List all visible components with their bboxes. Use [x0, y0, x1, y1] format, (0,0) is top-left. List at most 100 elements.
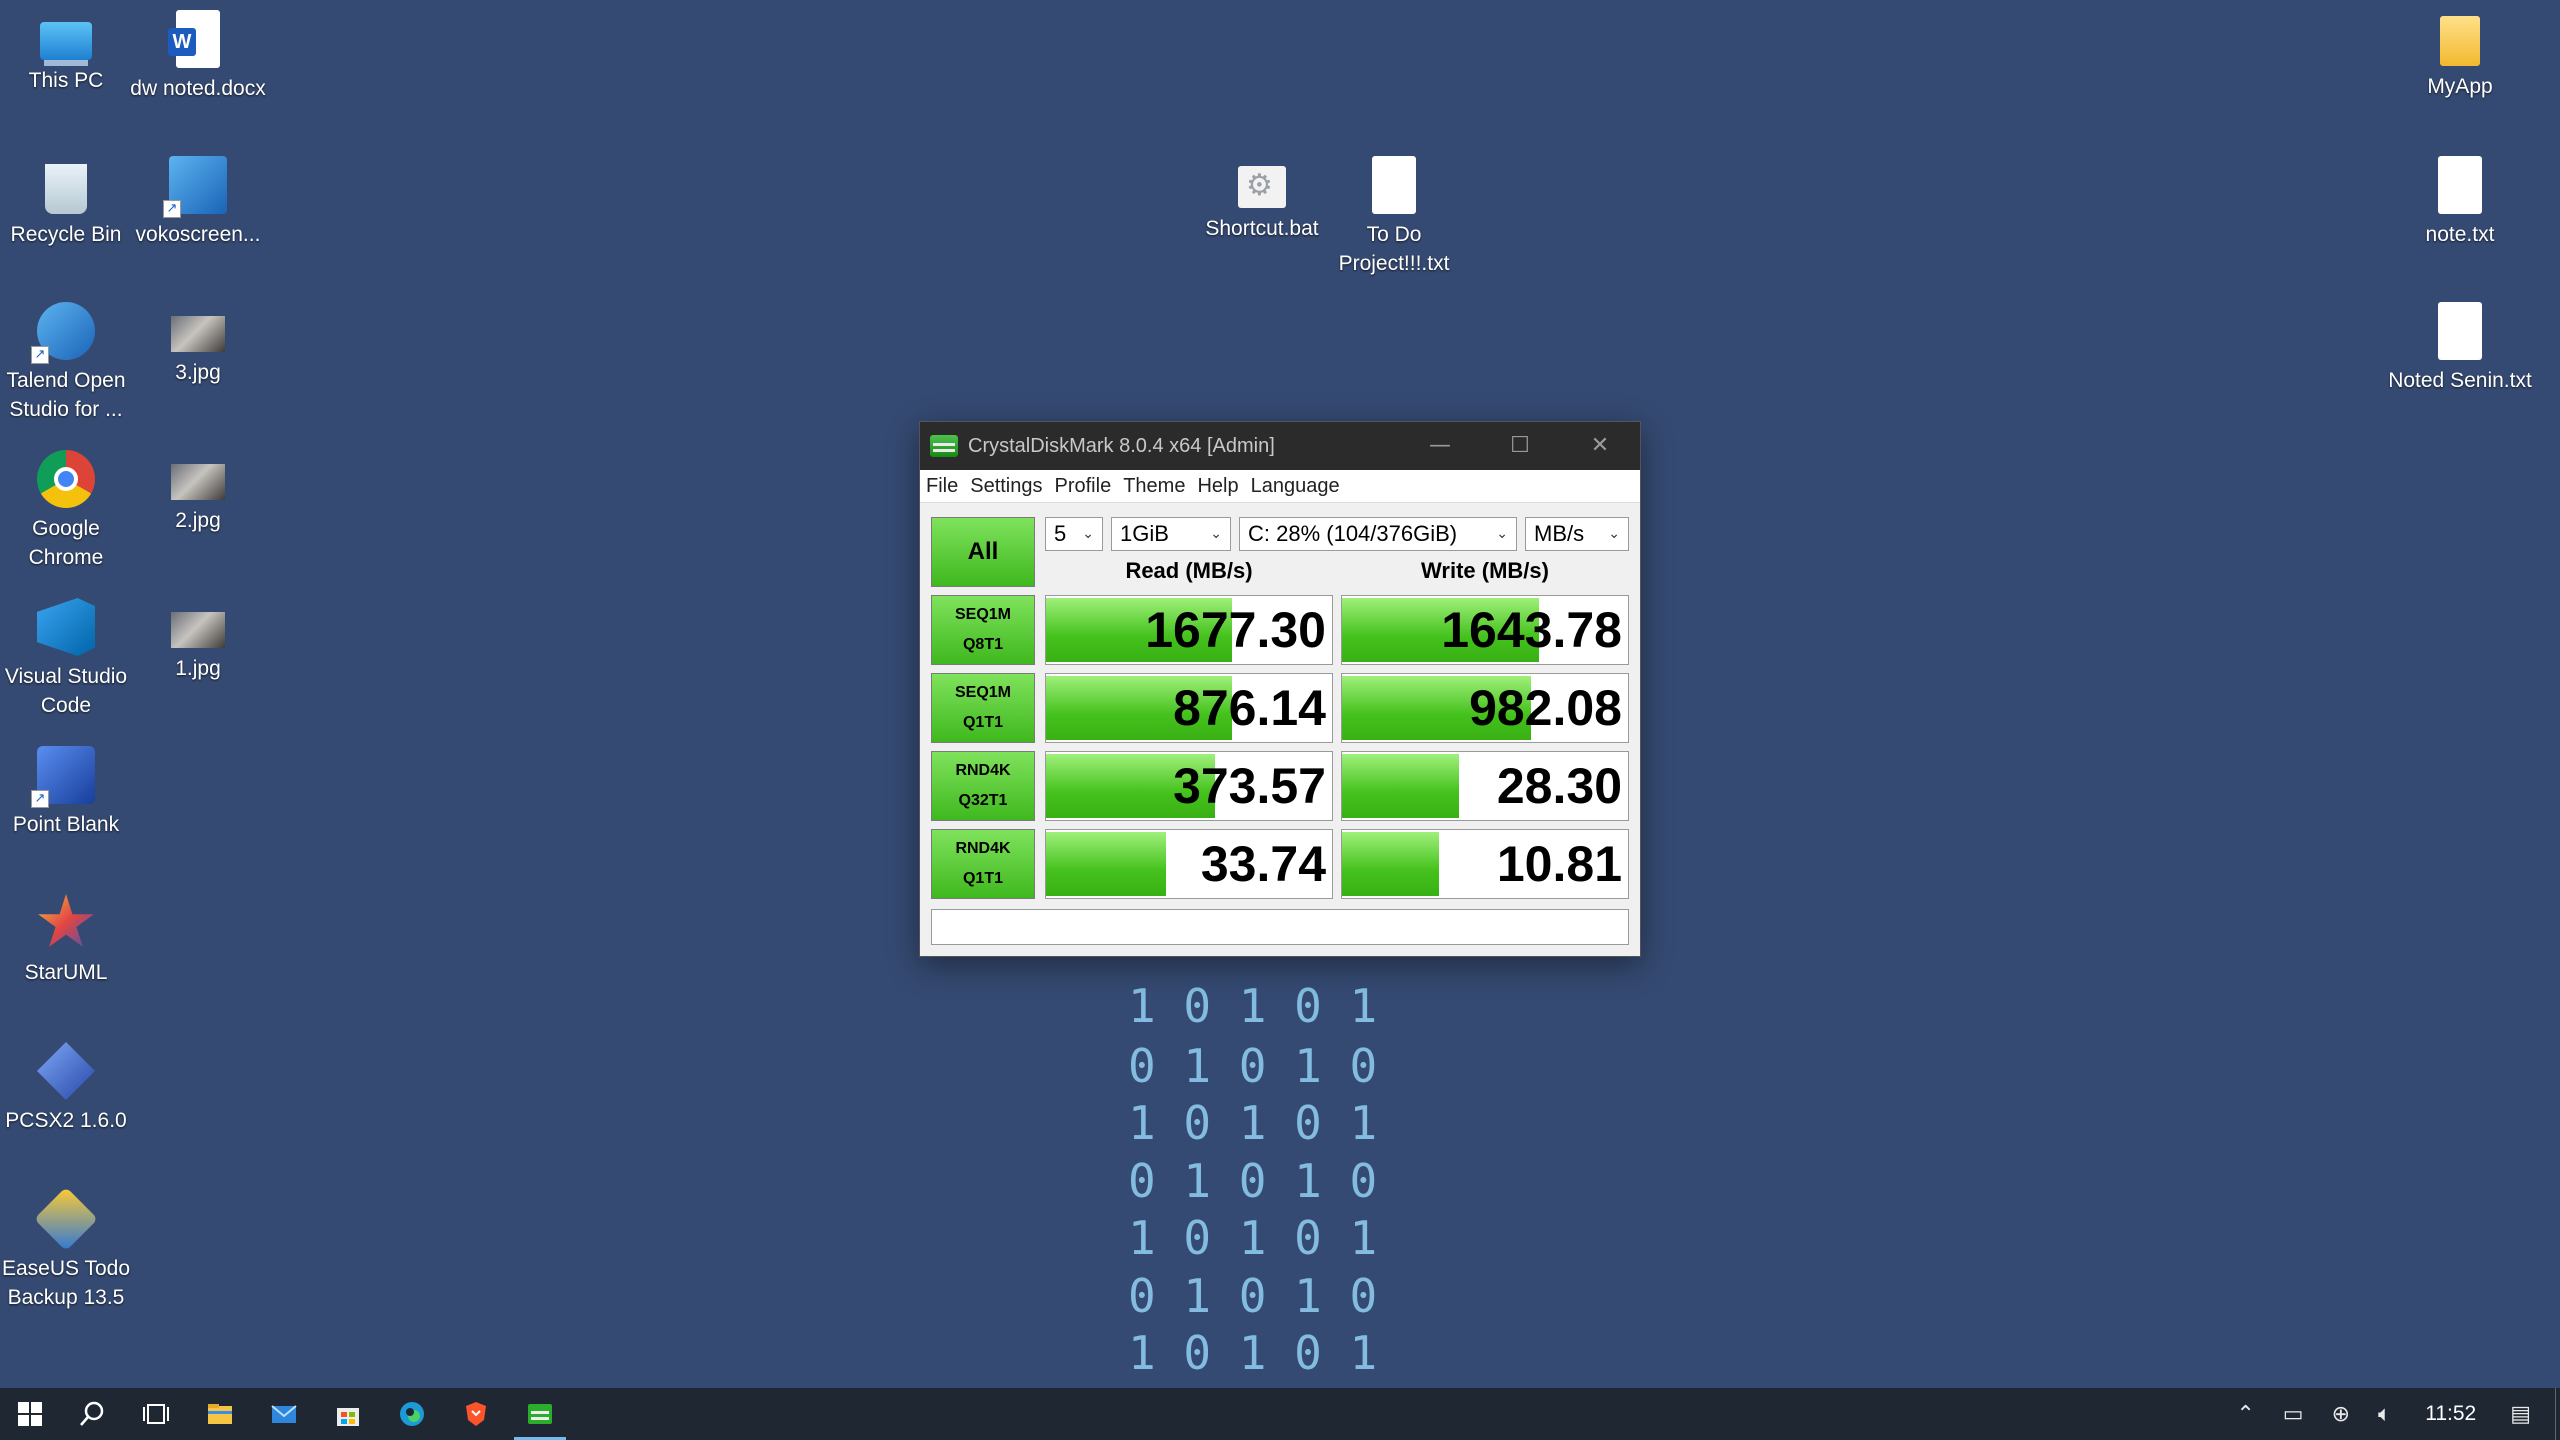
read-result: 33.74 — [1045, 829, 1333, 899]
menu-theme[interactable]: Theme — [1123, 475, 1185, 498]
desktop-icon-talend[interactable]: ↗ Talend Open Studio for ... — [0, 302, 140, 424]
test-button-seq1m-q8t1[interactable]: SEQ1M Q8T1 — [931, 595, 1035, 665]
task-view-button[interactable] — [124, 1388, 188, 1440]
search-icon — [80, 1401, 104, 1426]
test-label-line1: RND4K — [955, 840, 1011, 857]
menu-file[interactable]: File — [926, 475, 958, 498]
test-label-line1: SEQ1M — [954, 684, 1011, 701]
crystaldiskmark-window: CrystalDiskMark 8.0.4 x64 [Admin] — ☐ ✕ … — [920, 422, 1640, 956]
file-explorer-button[interactable] — [188, 1388, 252, 1440]
crystaldiskmark-taskbar-button[interactable] — [508, 1388, 572, 1440]
desktop-icon-staruml[interactable]: StarUML — [0, 894, 140, 987]
desktop-icon-easeus[interactable]: EaseUS Todo Backup 13.5 — [0, 1187, 140, 1312]
write-value: 28.30 — [1496, 758, 1622, 814]
test-button-rnd4k-q1t1[interactable]: RND4K Q1T1 — [931, 829, 1035, 899]
crystaldiskmark-icon — [528, 1404, 552, 1424]
file-explorer-icon — [208, 1404, 232, 1424]
menu-settings[interactable]: Settings — [970, 475, 1042, 498]
write-bar — [1342, 754, 1460, 818]
test-button-seq1m-q1t1[interactable]: SEQ1M Q1T1 — [931, 673, 1035, 743]
drive-select-value: C: 28% (104/376GiB) — [1248, 521, 1458, 546]
desktop-icon-myapp[interactable]: MyApp — [2386, 10, 2534, 101]
network-globe-icon[interactable]: ⊕ — [2332, 1402, 2350, 1427]
write-result: 28.30 — [1341, 751, 1629, 821]
size-select-value: 1GiB — [1120, 521, 1169, 546]
desktop-icon-label: Google Chrome — [28, 517, 104, 569]
clock[interactable]: 11:52 — [2425, 1402, 2476, 1426]
unit-select[interactable]: MB/s ⌄ — [1525, 517, 1629, 551]
easeus-icon — [34, 1187, 98, 1251]
system-tray: ⌃ ▭ ⊕ 🔈︎ 11:52 ▤ — [2222, 1388, 2560, 1440]
desktop-icon-label: Talend Open Studio for ... — [6, 369, 126, 421]
count-select[interactable]: 5 ⌄ — [1045, 517, 1103, 551]
word-document-icon — [168, 10, 220, 68]
binary-line: 1 0 1 0 1 — [1128, 1326, 1378, 1380]
search-button[interactable] — [60, 1388, 124, 1440]
menu-language[interactable]: Language — [1251, 475, 1340, 498]
write-bar — [1342, 832, 1440, 896]
staruml-icon — [38, 894, 94, 947]
store-button[interactable] — [316, 1388, 380, 1440]
folder-icon — [2440, 16, 2480, 66]
size-select[interactable]: 1GiB ⌄ — [1111, 517, 1231, 551]
desktop-icon-dw-noted[interactable]: dw noted.docx — [124, 10, 272, 103]
read-value: 33.74 — [1200, 836, 1326, 892]
start-icon — [18, 1402, 42, 1426]
edge-button[interactable] — [380, 1388, 444, 1440]
read-header: Read (MB/s) — [1125, 558, 1253, 583]
close-button[interactable]: ✕ — [1560, 422, 1640, 470]
volume-icon[interactable]: 🔈︎ — [2378, 1402, 2391, 1427]
chevron-down-icon: ⌄ — [1082, 526, 1094, 542]
desktop-icon-point-blank[interactable]: ↗ Point Blank — [0, 746, 140, 839]
minimize-button[interactable]: — — [1400, 422, 1480, 470]
all-button[interactable]: All — [931, 517, 1035, 587]
drive-select[interactable]: C: 28% (104/376GiB) ⌄ — [1239, 517, 1517, 551]
desktop-icon-1jpg[interactable]: 1.jpg — [124, 598, 272, 683]
write-value: 1643.78 — [1441, 602, 1622, 658]
desktop-icon-3jpg[interactable]: 3.jpg — [124, 302, 272, 387]
desktop-icon-vokoscreen[interactable]: ↗ vokoscreen... — [124, 156, 272, 249]
text-file-icon — [1372, 156, 1416, 214]
chrome-icon — [37, 450, 95, 508]
desktop-icon-vscode[interactable]: Visual Studio Code — [0, 598, 140, 720]
task-view-icon — [143, 1404, 169, 1424]
desktop-icon-todo[interactable]: To Do Project!!!.txt — [1320, 156, 1468, 278]
shortcut-arrow-icon: ↗ — [163, 200, 181, 218]
unit-select-value: MB/s — [1534, 521, 1585, 546]
read-bar — [1046, 832, 1167, 896]
comment-field[interactable] — [931, 909, 1629, 945]
write-result: 982.08 — [1341, 673, 1629, 743]
brave-button[interactable] — [444, 1388, 508, 1440]
benchmark-panel: All 5 ⌄ 1GiB ⌄ C: 28% (104/376GiB) ⌄ MB/… — [920, 503, 1640, 973]
write-result: 1643.78 — [1341, 595, 1629, 665]
point-blank-icon: ↗ — [31, 746, 95, 808]
battery-icon[interactable]: ▭ — [2283, 1402, 2304, 1427]
desktop-icon-chrome[interactable]: Google Chrome — [0, 450, 140, 572]
mail-button[interactable] — [252, 1388, 316, 1440]
desktop-icon-pcsx2[interactable]: PCSX2 1.6.0 — [0, 1042, 140, 1135]
write-value: 982.08 — [1469, 680, 1622, 736]
start-button[interactable] — [0, 1388, 60, 1440]
desktop-icon-note-txt[interactable]: note.txt — [2386, 156, 2534, 249]
test-button-rnd4k-q32t1[interactable]: RND4K Q32T1 — [931, 751, 1035, 821]
menu-profile[interactable]: Profile — [1055, 475, 1112, 498]
taskbar: ⌃ ▭ ⊕ 🔈︎ 11:52 ▤ — [0, 1388, 2560, 1440]
show-hidden-icons-icon[interactable]: ⌃ — [2236, 1402, 2254, 1427]
maximize-button[interactable]: ☐ — [1480, 422, 1560, 470]
desktop-icon-label: Noted Senin.txt — [2388, 369, 2532, 392]
desktop-icon-this-pc[interactable]: This PC — [0, 10, 140, 95]
desktop-icon-noted-senin[interactable]: Noted Senin.txt — [2386, 302, 2534, 395]
desktop-icon-shortcut-bat[interactable]: Shortcut.bat — [1188, 156, 1336, 243]
title-bar[interactable]: CrystalDiskMark 8.0.4 x64 [Admin] — ☐ ✕ — [920, 422, 1640, 470]
chevron-down-icon: ⌄ — [1496, 526, 1508, 542]
pcsx2-icon — [37, 1042, 95, 1100]
show-desktop-button[interactable] — [2555, 1388, 2560, 1440]
desktop-icon-recycle-bin[interactable]: Recycle Bin — [0, 156, 140, 249]
test-label-line1: SEQ1M — [954, 606, 1011, 623]
desktop-icon-2jpg[interactable]: 2.jpg — [124, 450, 272, 535]
vscode-icon — [37, 598, 95, 656]
notification-icon[interactable]: ▤ — [2510, 1402, 2531, 1427]
read-result: 1677.30 — [1045, 595, 1333, 665]
brave-icon — [466, 1402, 486, 1426]
menu-help[interactable]: Help — [1197, 475, 1238, 498]
